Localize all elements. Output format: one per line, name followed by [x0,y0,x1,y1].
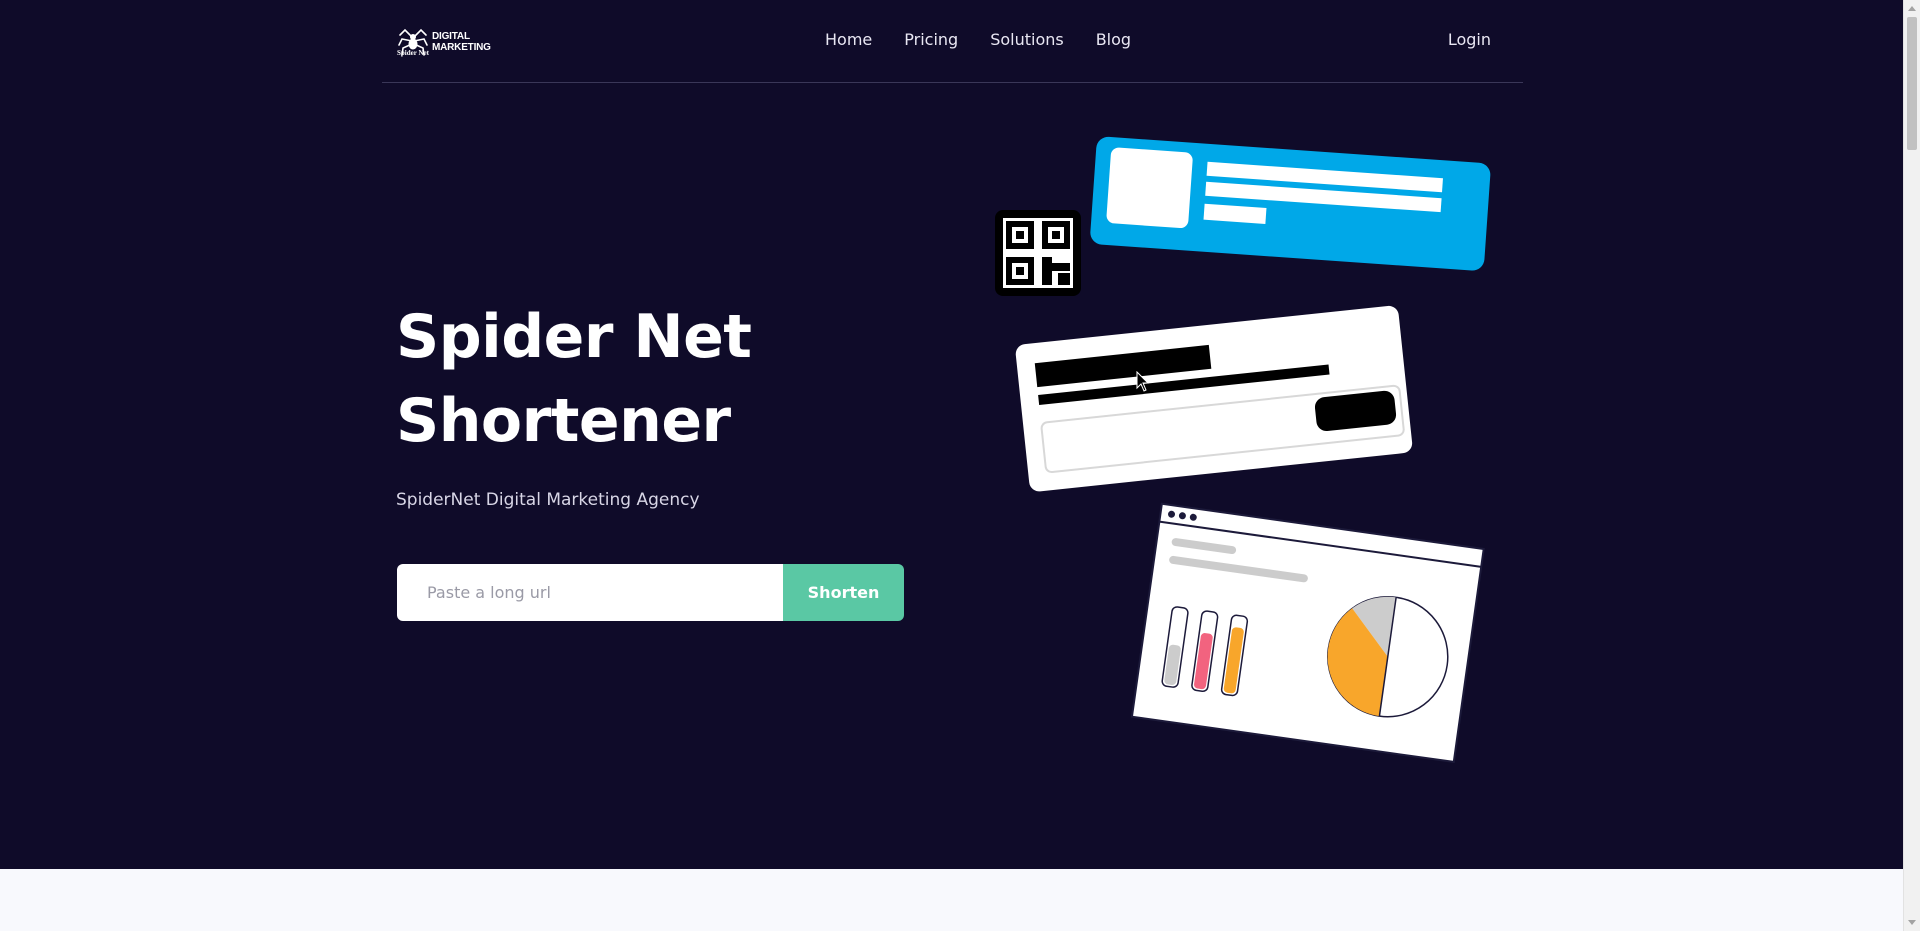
vertical-scrollbar[interactable] [1903,0,1920,931]
page: DIGITAL MARKETING Spider Net Home Pricin… [0,0,1903,931]
logo-line-2: MARKETING [432,42,491,53]
nav-solutions[interactable]: Solutions [990,27,1064,53]
mouse-cursor-icon [1136,371,1150,392]
scroll-up-arrow-icon[interactable] [1908,6,1916,11]
nav-blog[interactable]: Blog [1096,27,1131,53]
site-header: DIGITAL MARKETING Spider Net Home Pricin… [382,0,1523,83]
nav-home[interactable]: Home [825,27,872,53]
logo-wordmark: DIGITAL MARKETING [432,31,491,53]
hero-subtitle: SpiderNet Digital Marketing Agency [396,490,700,510]
logo-line-1: DIGITAL [432,31,470,42]
login-link[interactable]: Login [1448,27,1491,53]
lower-section [0,869,1903,931]
hero-illustration [995,136,1491,764]
hero-title-line-1: Spider Net [396,302,752,372]
scrollbar-thumb[interactable] [1907,17,1917,150]
profile-card-graphic [1090,136,1491,271]
main-nav: Home Pricing Solutions Blog [825,27,1131,53]
shorten-form: Shorten [397,564,904,621]
hero-title-line-2: Shortener [396,386,731,456]
dashboard-graphic [1130,502,1485,764]
qr-code-graphic [995,210,1081,296]
shorten-button[interactable]: Shorten [783,564,904,621]
hero-title: Spider Net Shortener [396,295,896,463]
nav-pricing[interactable]: Pricing [904,27,958,53]
long-url-input[interactable] [397,564,783,621]
logo-subtitle: Spider Net [397,49,429,57]
form-card-graphic [1015,305,1413,492]
scroll-down-arrow-icon[interactable] [1908,920,1916,925]
